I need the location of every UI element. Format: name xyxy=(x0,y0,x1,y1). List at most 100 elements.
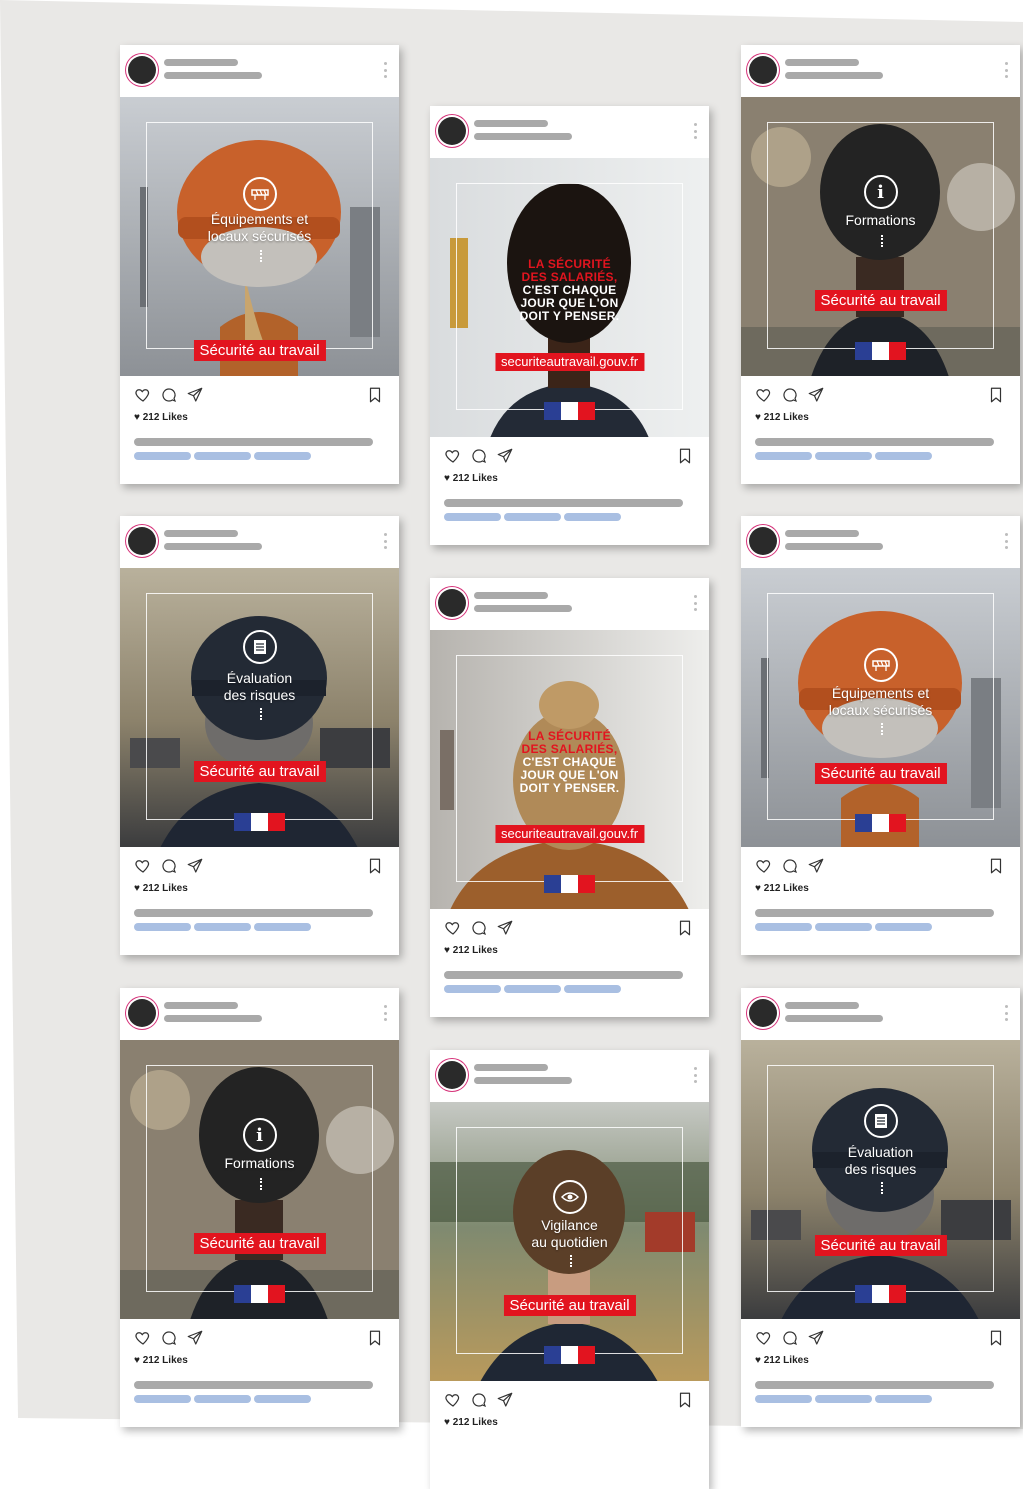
campaign-headline: LA SÉCURITÉ DES SALARIÉS, C'EST CHAQUE J… xyxy=(519,257,620,323)
like-icon[interactable] xyxy=(134,857,152,875)
comment-icon[interactable] xyxy=(470,447,488,465)
image-frame xyxy=(767,1065,994,1292)
avatar[interactable] xyxy=(128,527,156,555)
comment-icon[interactable] xyxy=(470,919,488,937)
more-options-icon[interactable] xyxy=(694,123,697,139)
caption-placeholder xyxy=(755,909,994,917)
url-ribbon[interactable]: securiteautravail.gouv.fr xyxy=(494,825,645,843)
more-options-icon[interactable] xyxy=(384,533,387,549)
post-image[interactable]: Équipements et locaux sécurisés Sécurité … xyxy=(741,568,1020,847)
post-card: Évaluation des risques Sécurité au travai… xyxy=(741,988,1020,1427)
post-footer: ♥ 212 Likes xyxy=(741,376,1020,484)
more-options-icon[interactable] xyxy=(384,1005,387,1021)
comment-icon[interactable] xyxy=(160,857,178,875)
like-icon[interactable] xyxy=(755,1329,773,1347)
like-icon[interactable] xyxy=(444,447,462,465)
bookmark-icon[interactable] xyxy=(987,1329,1005,1347)
topic-label: Équipements et locaux sécurisés xyxy=(828,685,933,718)
like-icon[interactable] xyxy=(444,919,462,937)
more-options-icon[interactable] xyxy=(1005,533,1008,549)
username-placeholder[interactable] xyxy=(164,59,238,66)
avatar[interactable] xyxy=(749,527,777,555)
avatar[interactable] xyxy=(438,117,466,145)
post-image[interactable]: Équipements et locaux sécurisés Sécurité … xyxy=(120,97,399,376)
username-placeholder[interactable] xyxy=(785,59,859,66)
avatar[interactable] xyxy=(749,56,777,84)
avatar[interactable] xyxy=(128,999,156,1027)
bookmark-icon[interactable] xyxy=(676,447,694,465)
avatar[interactable] xyxy=(438,589,466,617)
post-footer: ♥ 212 Likes xyxy=(430,909,709,1017)
url-ribbon[interactable]: securiteautravail.gouv.fr xyxy=(494,353,645,371)
marianne-logo xyxy=(233,813,286,831)
post-image[interactable]: LA SÉCURITÉ DES SALARIÉS, C'EST CHAQUE J… xyxy=(430,630,709,909)
share-icon[interactable] xyxy=(807,1329,825,1347)
post-card: Évaluation des risques Sécurité au travai… xyxy=(120,516,399,955)
comment-icon[interactable] xyxy=(160,386,178,404)
post-image[interactable]: LA SÉCURITÉ DES SALARIÉS, C'EST CHAQUE J… xyxy=(430,158,709,437)
username-placeholder[interactable] xyxy=(474,1064,548,1071)
hashtag-placeholders xyxy=(755,452,932,460)
post-image[interactable]: i Formations Sécurité au travail xyxy=(741,97,1020,376)
avatar[interactable] xyxy=(128,56,156,84)
post-image[interactable]: Évaluation des risques Sécurité au travai… xyxy=(120,568,399,847)
bookmark-icon[interactable] xyxy=(366,386,384,404)
username-placeholder[interactable] xyxy=(474,592,548,599)
hashtag-placeholders xyxy=(755,923,932,931)
post-header xyxy=(430,1050,709,1102)
username-placeholder[interactable] xyxy=(474,120,548,127)
avatar[interactable] xyxy=(438,1061,466,1089)
comment-icon[interactable] xyxy=(160,1329,178,1347)
post-image[interactable]: i Formations Sécurité au travail xyxy=(120,1040,399,1319)
bookmark-icon[interactable] xyxy=(987,857,1005,875)
post-footer: ♥ 212 Likes xyxy=(741,1319,1020,1427)
share-icon[interactable] xyxy=(186,1329,204,1347)
more-options-icon[interactable] xyxy=(694,595,697,611)
share-icon[interactable] xyxy=(496,1391,514,1409)
post-header xyxy=(120,516,399,568)
like-icon[interactable] xyxy=(444,1391,462,1409)
post-image[interactable]: Évaluation des risques Sécurité au travai… xyxy=(741,1040,1020,1319)
caption-placeholder xyxy=(134,909,373,917)
post-header xyxy=(120,45,399,97)
hashtag-placeholders xyxy=(134,1395,311,1403)
like-icon[interactable] xyxy=(134,386,152,404)
post-header xyxy=(741,988,1020,1040)
comment-icon[interactable] xyxy=(781,857,799,875)
comment-icon[interactable] xyxy=(470,1391,488,1409)
bookmark-icon[interactable] xyxy=(676,919,694,937)
share-icon[interactable] xyxy=(496,919,514,937)
username-placeholder[interactable] xyxy=(164,1002,238,1009)
post-header xyxy=(741,45,1020,97)
more-options-icon[interactable] xyxy=(384,62,387,78)
checklist-icon xyxy=(242,630,277,664)
share-icon[interactable] xyxy=(496,447,514,465)
username-placeholder[interactable] xyxy=(785,530,859,537)
share-icon[interactable] xyxy=(186,857,204,875)
comment-icon[interactable] xyxy=(781,386,799,404)
like-icon[interactable] xyxy=(134,1329,152,1347)
username-placeholder[interactable] xyxy=(164,530,238,537)
caption-placeholder xyxy=(755,438,994,446)
bookmark-icon[interactable] xyxy=(366,857,384,875)
avatar[interactable] xyxy=(749,999,777,1027)
post-image[interactable]: Vigilance au quotidien Sécurité au travai… xyxy=(430,1102,709,1381)
safety-ribbon: Sécurité au travail xyxy=(814,290,947,311)
comment-icon[interactable] xyxy=(781,1329,799,1347)
more-options-icon[interactable] xyxy=(694,1067,697,1083)
share-icon[interactable] xyxy=(807,857,825,875)
username-placeholder[interactable] xyxy=(785,1002,859,1009)
bookmark-icon[interactable] xyxy=(676,1391,694,1409)
more-options-icon[interactable] xyxy=(1005,1005,1008,1021)
dotted-connector xyxy=(880,723,883,735)
bookmark-icon[interactable] xyxy=(366,1329,384,1347)
likes-count: ♥ 212 Likes xyxy=(755,883,809,894)
like-icon[interactable] xyxy=(755,857,773,875)
share-icon[interactable] xyxy=(807,386,825,404)
like-icon[interactable] xyxy=(755,386,773,404)
share-icon[interactable] xyxy=(186,386,204,404)
handle-placeholder xyxy=(785,543,883,550)
bookmark-icon[interactable] xyxy=(987,386,1005,404)
likes-count: ♥ 212 Likes xyxy=(444,945,498,956)
more-options-icon[interactable] xyxy=(1005,62,1008,78)
